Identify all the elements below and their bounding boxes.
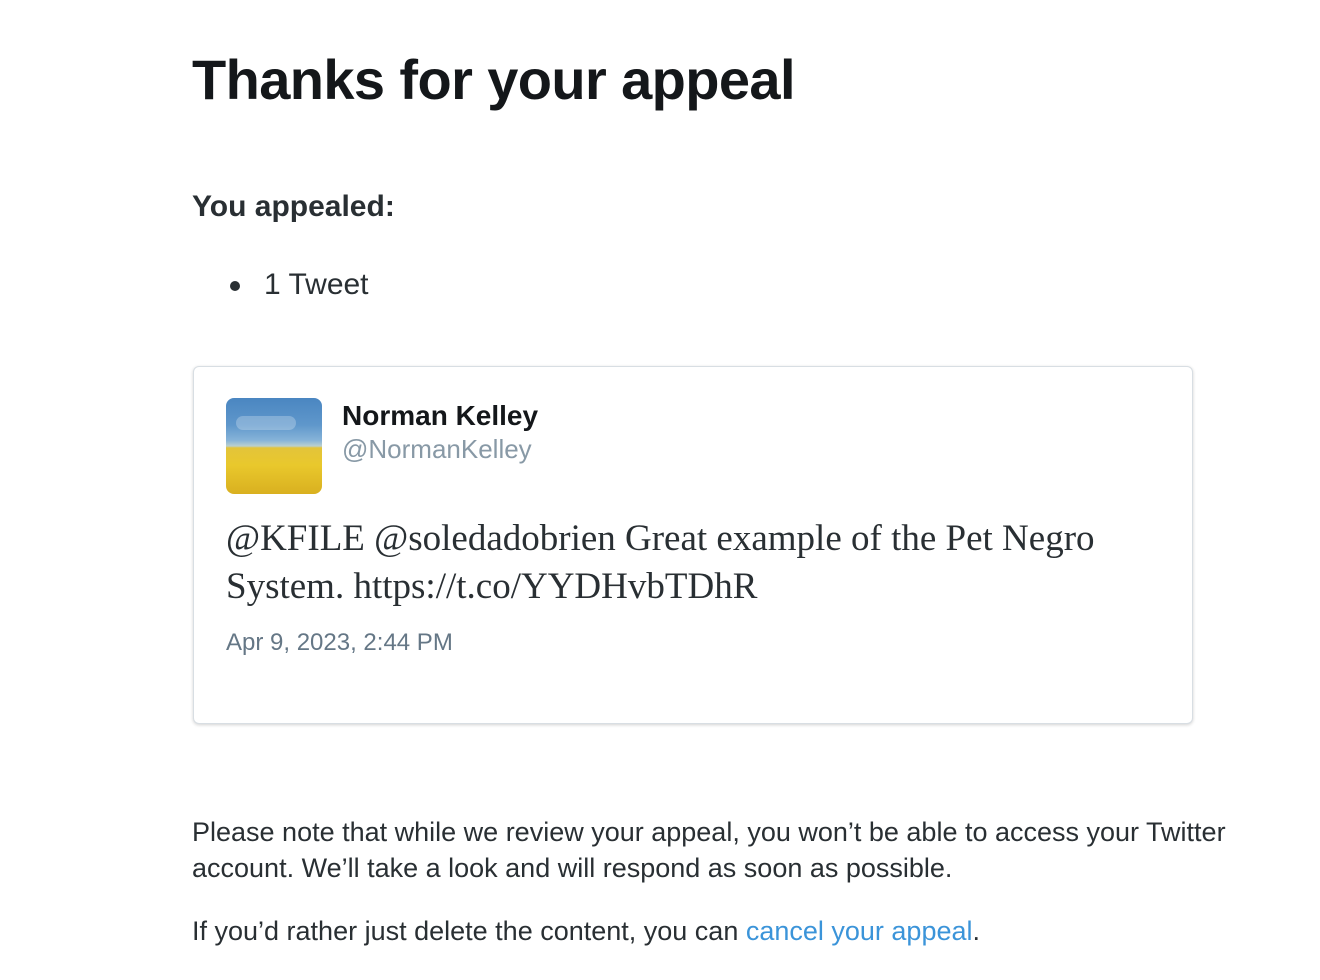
appealed-items-list: 1 Tweet bbox=[192, 266, 369, 304]
avatar-cloud bbox=[236, 416, 296, 430]
appealed-subhead: You appealed: bbox=[192, 190, 395, 223]
appealed-tweet-card: Norman Kelley @NormanKelley @KFILE @sole… bbox=[193, 366, 1193, 724]
appeal-confirmation-page: Thanks for your appeal You appealed: 1 T… bbox=[0, 0, 1320, 980]
tweet-timestamp: Apr 9, 2023, 2:44 PM bbox=[226, 629, 453, 656]
bullet-icon bbox=[230, 281, 240, 291]
page-title: Thanks for your appeal bbox=[192, 48, 796, 111]
review-notice: Please note that while we review your ap… bbox=[192, 817, 1226, 883]
cancel-prefix-text: If you’d rather just delete the content,… bbox=[192, 916, 746, 946]
appealed-item: 1 Tweet bbox=[192, 266, 369, 304]
appealed-item-label: 1 Tweet bbox=[264, 268, 369, 301]
cancel-appeal-line: If you’d rather just delete the content,… bbox=[192, 913, 980, 949]
tweet-text: @KFILE @soledadobrien Great example of t… bbox=[226, 518, 1095, 607]
tweet-author-handle: @NormanKelley bbox=[342, 434, 532, 464]
avatar bbox=[226, 398, 322, 494]
tweet-author-name: Norman Kelley bbox=[342, 400, 539, 431]
cancel-appeal-link[interactable]: cancel your appeal bbox=[746, 916, 973, 946]
cancel-suffix-text: . bbox=[972, 916, 981, 946]
